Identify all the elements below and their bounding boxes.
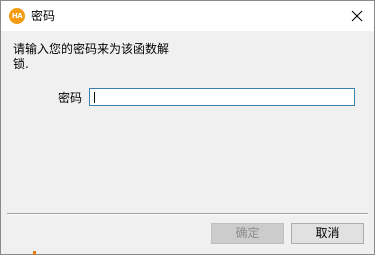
password-label: 密码 (58, 91, 83, 105)
title-bar: HA 密码 (1, 1, 374, 31)
ok-button[interactable]: 确定 (211, 223, 284, 244)
app-logo-icon: HA (9, 8, 25, 24)
window-title: 密码 (31, 9, 56, 23)
background-edge-marker (33, 251, 36, 255)
password-field[interactable] (89, 88, 355, 106)
text-caret (94, 92, 95, 103)
close-icon (351, 10, 363, 22)
footer-divider (7, 213, 368, 214)
unlock-message: 请输入您的密码来为该函数解锁. (13, 42, 170, 71)
password-dialog: HA 密码 请输入您的密码来为该函数解锁. 密码 确定 取消 (0, 0, 375, 255)
cancel-button[interactable]: 取消 (291, 223, 364, 244)
close-button[interactable] (348, 7, 366, 25)
